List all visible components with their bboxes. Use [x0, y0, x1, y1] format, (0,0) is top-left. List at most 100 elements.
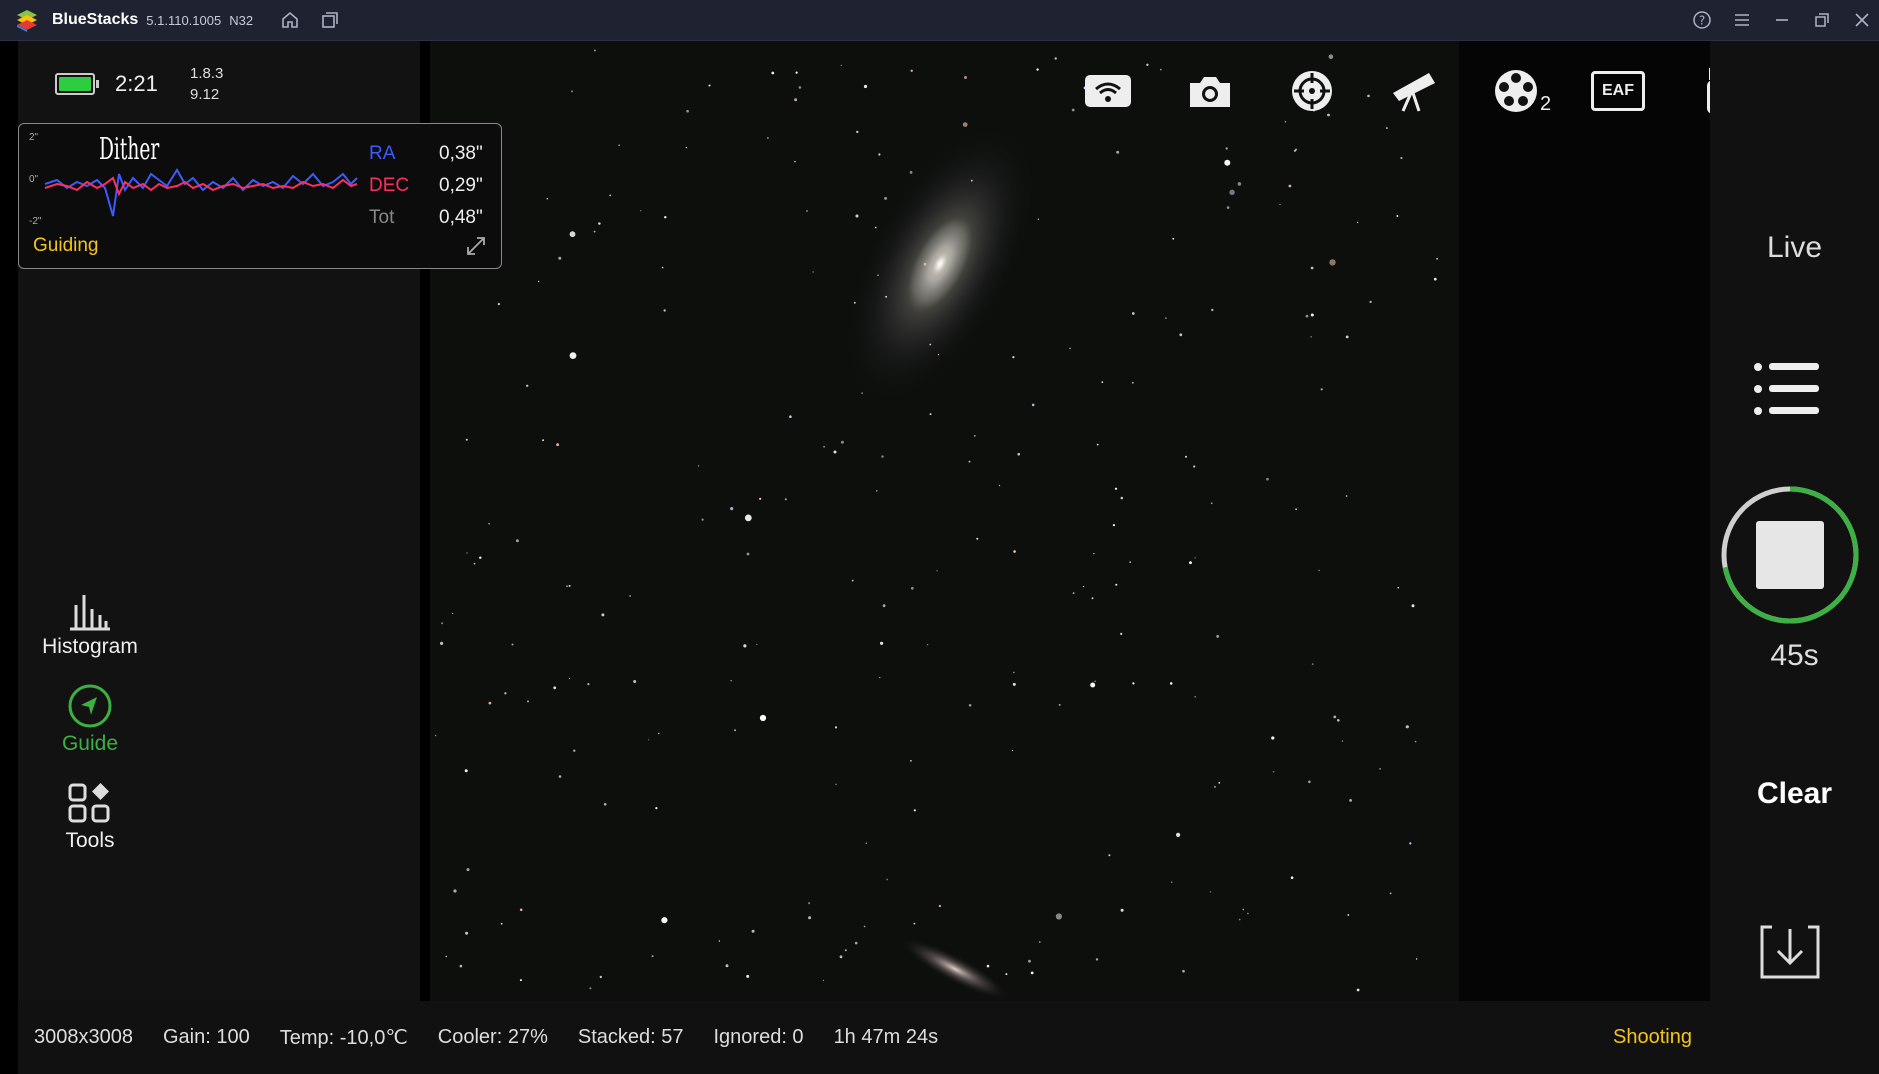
star: [1185, 455, 1187, 458]
histogram-label: Histogram: [42, 635, 138, 658]
filter-wheel-icon[interactable]: 2: [1488, 63, 1551, 119]
star: [546, 198, 548, 200]
star: [794, 160, 796, 163]
star: [1310, 266, 1314, 270]
eaf-icon[interactable]: EAF: [1590, 63, 1646, 119]
star: [569, 352, 577, 359]
gain-text: Gain: 100: [162, 1026, 250, 1048]
star: [1030, 971, 1034, 975]
star: [441, 622, 444, 625]
star: [500, 922, 503, 925]
list-menu-icon[interactable]: [1753, 361, 1821, 417]
guide-button[interactable]: Guide: [30, 684, 150, 756]
star: [1091, 597, 1094, 600]
tools-label: Tools: [65, 829, 115, 852]
star: [1436, 258, 1438, 260]
star: [1271, 736, 1275, 740]
version-line-1: 1.8.3: [190, 65, 224, 82]
star: [1037, 218, 1040, 220]
restore-icon[interactable]: [1811, 9, 1833, 31]
app-name: BlueStacks: [52, 11, 139, 28]
tot-label: Tot: [369, 207, 395, 228]
star: [566, 585, 568, 587]
star: [1389, 892, 1392, 895]
sky-preview-image[interactable]: [430, 41, 1459, 1001]
histogram-button[interactable]: Histogram: [30, 591, 150, 659]
star-field: [434, 49, 1438, 1000]
star: [629, 595, 631, 597]
star: [882, 604, 886, 608]
star: [1337, 719, 1340, 722]
star: [1333, 715, 1337, 719]
star: [1216, 635, 1220, 638]
star: [835, 783, 837, 786]
star: [1176, 832, 1181, 838]
star: [1132, 682, 1135, 685]
star: [708, 84, 711, 87]
right-panel: Live 45s Clear: [1710, 41, 1879, 1074]
star: [879, 676, 881, 679]
tools-icon: [68, 783, 110, 823]
histogram-icon: [70, 595, 110, 631]
star: [1108, 854, 1111, 857]
star: [929, 343, 932, 346]
home-icon[interactable]: [279, 9, 301, 31]
exposure-progress-ring[interactable]: [1718, 483, 1862, 627]
star: [808, 902, 811, 905]
star: [756, 643, 758, 645]
star: [1005, 973, 1008, 976]
star: [970, 179, 973, 182]
star: [884, 196, 888, 200]
battery-icon: [55, 73, 99, 95]
help-icon[interactable]: ?: [1691, 9, 1713, 31]
star: [1017, 452, 1020, 456]
star: [844, 949, 847, 952]
star: [1039, 941, 1041, 943]
star: [1194, 696, 1196, 698]
close-icon[interactable]: [1851, 9, 1873, 31]
guide-graph-panel[interactable]: 2" 0" -2" Dither RA 0,38" DEC 0,29" Tot 0,4…: [18, 123, 502, 269]
star: [1356, 988, 1360, 992]
minimize-icon[interactable]: [1771, 9, 1793, 31]
download-icon[interactable]: [1758, 921, 1822, 981]
star: [833, 450, 837, 454]
star: [1238, 918, 1241, 921]
stop-icon[interactable]: [1756, 521, 1824, 589]
star: [973, 435, 976, 437]
star: [497, 302, 501, 306]
tools-button[interactable]: Tools: [30, 781, 150, 853]
dec-error-line: [44, 176, 358, 197]
menu-icon[interactable]: [1731, 9, 1753, 31]
star: [812, 271, 814, 273]
telescope-icon[interactable]: [1386, 63, 1442, 119]
star: [784, 498, 787, 501]
star: [686, 109, 689, 113]
star: [1012, 356, 1015, 359]
star: [661, 917, 668, 924]
clear-button[interactable]: Clear: [1710, 777, 1879, 811]
wifi-icon[interactable]: [1080, 63, 1136, 119]
star: [876, 490, 878, 492]
camera-icon[interactable]: [1182, 63, 1238, 119]
star: [465, 931, 469, 935]
star: [936, 570, 938, 572]
star: [1409, 842, 1412, 845]
star: [1028, 959, 1031, 963]
star: [839, 955, 843, 959]
live-button[interactable]: Live: [1710, 231, 1879, 265]
star: [558, 775, 562, 778]
filter-slot-badge: 2: [1540, 93, 1552, 115]
multi-instance-icon[interactable]: [319, 9, 341, 31]
star: [537, 280, 540, 283]
star: [569, 231, 576, 238]
star: [466, 868, 470, 872]
star: [986, 964, 990, 968]
crosshair-icon[interactable]: [1284, 63, 1340, 119]
star: [840, 440, 844, 444]
dec-label: DEC: [369, 175, 410, 196]
star: [1433, 277, 1437, 281]
expand-icon[interactable]: [464, 234, 488, 258]
y-axis-top-label: 2": [29, 132, 39, 143]
guide-stats: RA 0,38" DEC 0,29" Tot 0,48": [369, 138, 483, 234]
star: [1013, 550, 1016, 553]
